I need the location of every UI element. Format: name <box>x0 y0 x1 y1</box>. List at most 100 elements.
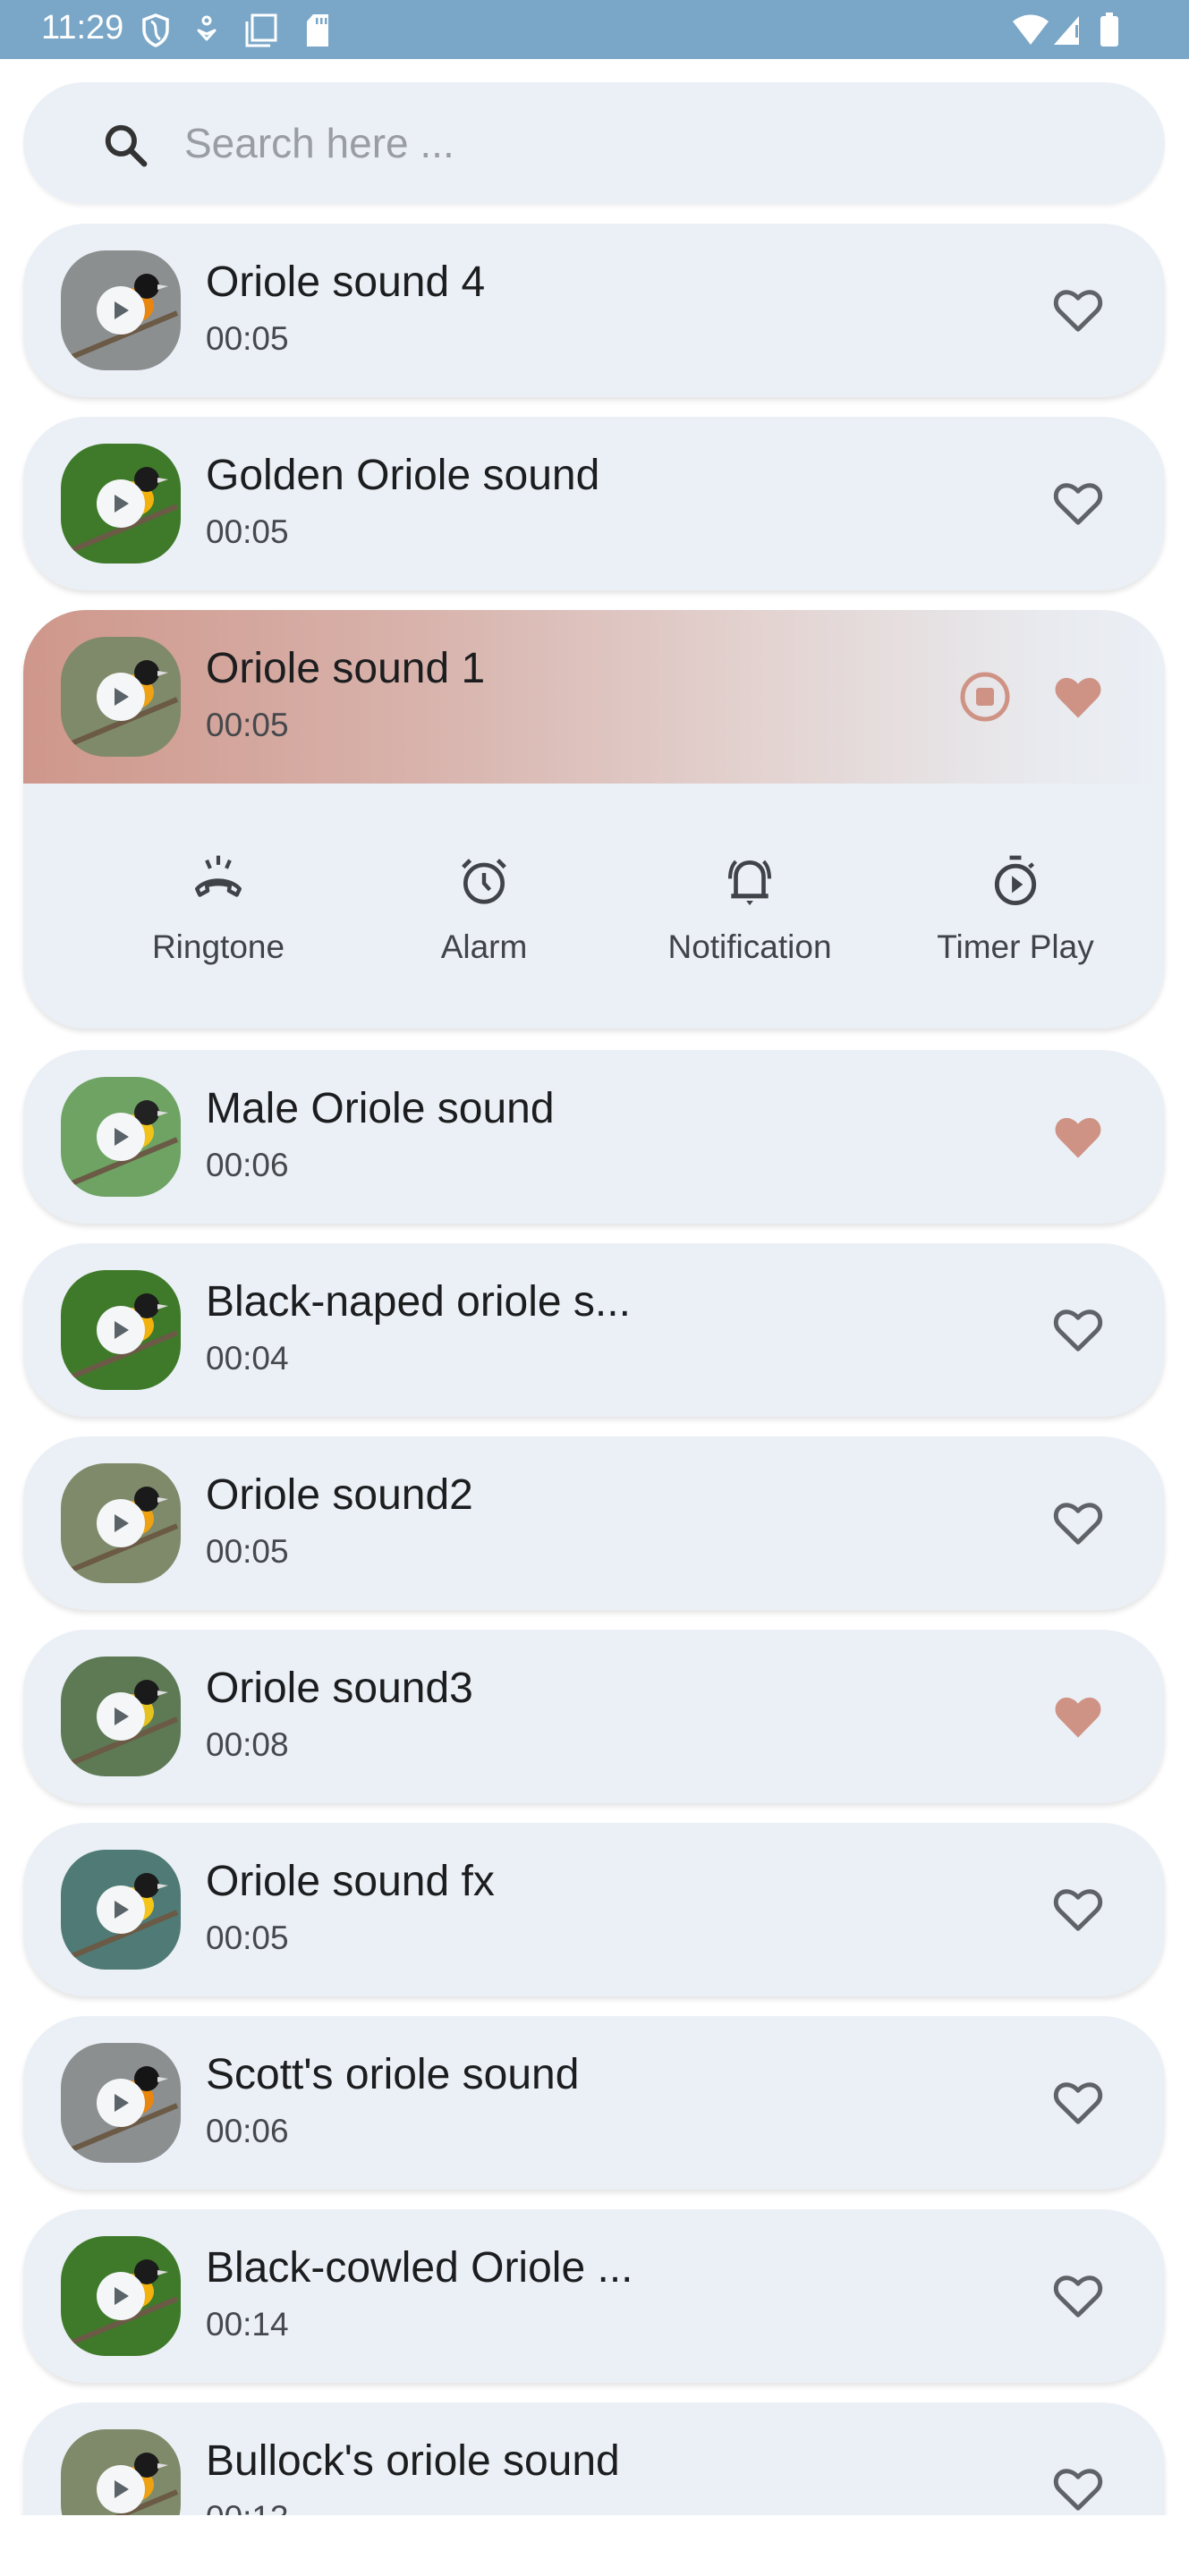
sound-title: Oriole sound2 <box>206 1471 473 1519</box>
sound-card[interactable]: Oriole sound2 00:05 <box>23 1436 1165 1610</box>
favorite-button[interactable] <box>1049 1880 1108 1939</box>
bird-thumbnail[interactable] <box>61 1850 181 1970</box>
favorite-button[interactable] <box>1049 1494 1108 1553</box>
bird-thumbnail[interactable] <box>61 250 181 370</box>
action-ringtone[interactable]: Ringtone <box>102 846 335 966</box>
bird-thumbnail[interactable] <box>61 2043 181 2163</box>
play-icon <box>115 1321 129 1339</box>
sound-duration: 00:06 <box>206 2113 289 2149</box>
heart-outline-icon <box>1053 2275 1103 2318</box>
heart-filled-icon <box>1055 677 1101 718</box>
sound-duration: 00:05 <box>206 1919 289 1956</box>
battery-icon <box>1100 13 1118 47</box>
play-icon <box>115 688 129 706</box>
play-icon <box>115 1707 129 1725</box>
sound-card[interactable]: Black-naped oriole s... 00:04 <box>23 1243 1165 1417</box>
search-bar[interactable] <box>23 82 1165 204</box>
favorite-button[interactable] <box>1049 474 1108 533</box>
heart-outline-icon <box>1053 483 1103 525</box>
favorite-button[interactable] <box>1049 2460 1108 2515</box>
sound-row[interactable]: Oriole sound2 00:05 <box>23 1436 1165 1610</box>
shield-icon <box>142 13 169 47</box>
heart-outline-icon <box>1053 2082 1103 2124</box>
play-button[interactable] <box>97 2272 145 2320</box>
play-button[interactable] <box>97 1499 145 1547</box>
play-button[interactable] <box>97 1885 145 1934</box>
play-icon <box>115 495 129 513</box>
bird-thumbnail[interactable] <box>61 637 181 757</box>
sound-row[interactable]: Oriole sound 4 00:05 <box>23 224 1165 397</box>
bird-thumbnail[interactable] <box>61 444 181 564</box>
play-icon <box>115 301 129 319</box>
sound-duration: 00:05 <box>206 513 289 550</box>
sound-row[interactable]: Black-cowled Oriole ... 00:14 <box>23 2209 1165 2383</box>
sound-card[interactable]: Oriole sound fx 00:05 <box>23 1823 1165 1996</box>
play-button[interactable] <box>97 1306 145 1354</box>
bird-thumbnail[interactable] <box>61 2429 181 2515</box>
action-notification[interactable]: Notification <box>633 846 866 966</box>
play-button[interactable] <box>97 286 145 335</box>
sound-card[interactable]: Scott's oriole sound 00:06 <box>23 2016 1165 2190</box>
play-icon <box>115 1514 129 1532</box>
sound-list[interactable]: 11:29 Oriole s <box>0 0 1189 2515</box>
heart-filled-icon <box>1055 1697 1101 1738</box>
sound-duration: 00:05 <box>206 1533 289 1570</box>
favorite-button[interactable] <box>1049 1107 1108 1166</box>
sound-card[interactable]: Oriole sound 4 00:05 <box>23 224 1165 397</box>
ringtone-icon <box>102 846 335 909</box>
sound-duration: 00:04 <box>206 1340 289 1377</box>
sound-row[interactable]: Male Oriole sound 00:06 <box>23 1050 1165 1224</box>
play-icon <box>115 1901 129 1919</box>
action-label: Timer Play <box>937 928 1094 965</box>
set-as-actions: Ringtone Alarm Notification Timer Play <box>23 784 1165 1029</box>
bird-thumbnail[interactable] <box>61 1463 181 1583</box>
sound-row[interactable]: Oriole sound fx 00:05 <box>23 1823 1165 1996</box>
action-label: Alarm <box>440 928 528 965</box>
sound-card[interactable]: Bullock's oriole sound 00:13 <box>23 2402 1165 2515</box>
favorite-button[interactable] <box>1049 667 1108 726</box>
play-button[interactable] <box>97 1113 145 1161</box>
heart-outline-icon <box>1053 2469 1103 2511</box>
sound-title: Male Oriole sound <box>206 1085 555 1132</box>
action-timer-play[interactable]: Timer Play <box>899 846 1132 966</box>
sound-row[interactable]: Bullock's oriole sound 00:13 <box>23 2402 1165 2515</box>
favorite-button[interactable] <box>1049 1301 1108 1360</box>
sound-row[interactable]: Golden Oriole sound 00:05 <box>23 417 1165 590</box>
play-button[interactable] <box>97 479 145 528</box>
sound-card[interactable]: Golden Oriole sound 00:05 <box>23 417 1165 590</box>
play-button[interactable] <box>97 673 145 721</box>
play-button[interactable] <box>97 1692 145 1741</box>
favorite-button[interactable] <box>1049 2267 1108 2326</box>
sound-card[interactable]: Male Oriole sound 00:06 <box>23 1050 1165 1224</box>
status-time: 11:29 <box>41 9 124 47</box>
signal-alert-icon <box>1054 16 1083 45</box>
bird-thumbnail[interactable] <box>61 1657 181 1776</box>
copy-icon <box>245 13 277 47</box>
search-input[interactable] <box>184 114 1079 172</box>
favorite-button[interactable] <box>1049 281 1108 340</box>
sound-title: Oriole sound 1 <box>206 645 486 692</box>
play-button[interactable] <box>97 2079 145 2127</box>
timer-play-icon <box>899 846 1132 909</box>
sound-row[interactable]: Oriole sound3 00:08 <box>23 1630 1165 1803</box>
sound-card[interactable]: Black-cowled Oriole ... 00:14 <box>23 2209 1165 2383</box>
stop-button[interactable] <box>955 667 1015 726</box>
play-icon <box>115 2287 129 2305</box>
sound-row[interactable]: Black-naped oriole s... 00:04 <box>23 1243 1165 1417</box>
bird-thumbnail[interactable] <box>61 2236 181 2356</box>
action-alarm[interactable]: Alarm <box>368 846 600 966</box>
sound-title: Bullock's oriole sound <box>206 2437 620 2485</box>
favorite-button[interactable] <box>1049 2073 1108 2132</box>
sd-card-icon <box>307 14 328 47</box>
sound-card[interactable]: Oriole sound 1 00:05 Ringtone Alarm Notifi… <box>23 610 1165 1029</box>
wifi-icon <box>1013 14 1049 45</box>
sound-row[interactable]: Scott's oriole sound 00:06 <box>23 2016 1165 2190</box>
bird-thumbnail[interactable] <box>61 1077 181 1197</box>
play-button[interactable] <box>97 2465 145 2513</box>
bird-thumbnail[interactable] <box>61 1270 181 1390</box>
play-icon <box>115 1128 129 1146</box>
heart-outline-icon <box>1053 290 1103 332</box>
sound-row[interactable]: Oriole sound 1 00:05 <box>23 610 1165 784</box>
favorite-button[interactable] <box>1049 1687 1108 1746</box>
sound-card[interactable]: Oriole sound3 00:08 <box>23 1630 1165 1803</box>
